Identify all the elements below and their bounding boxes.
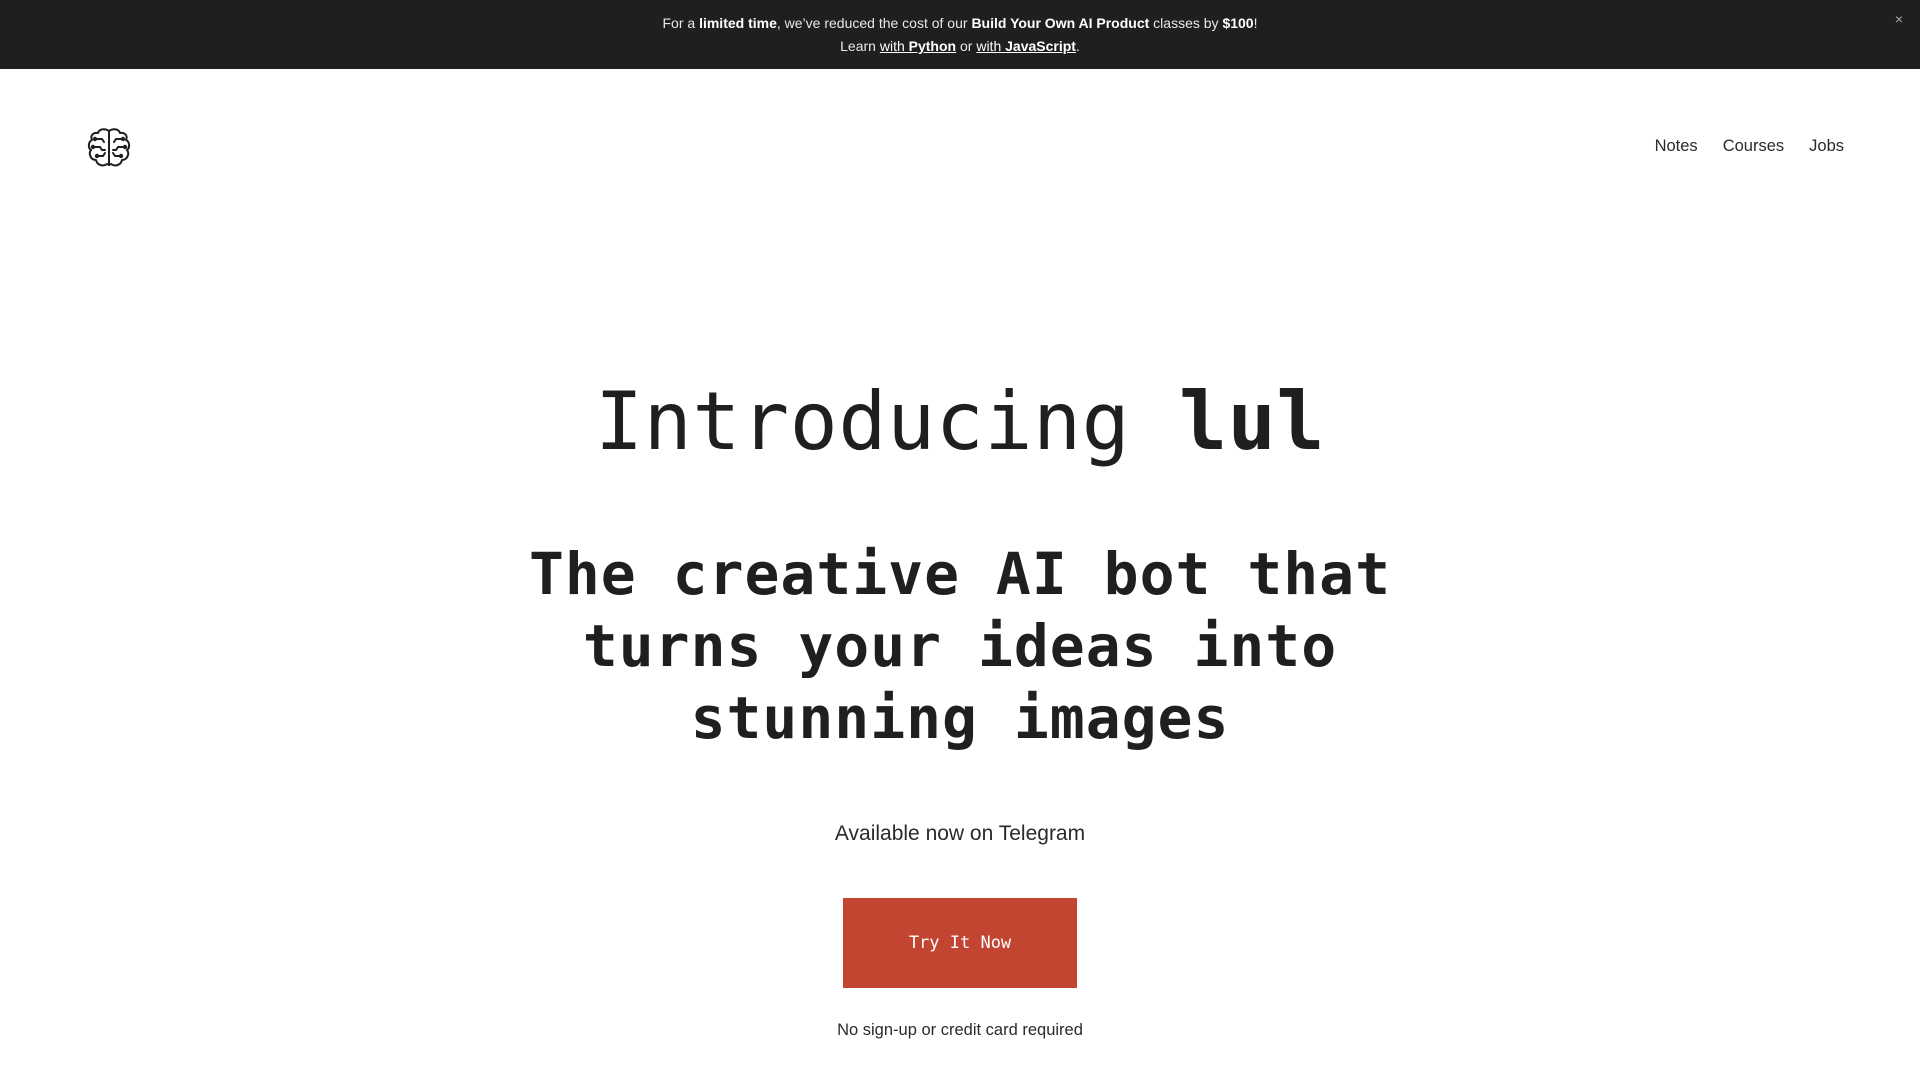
product-name: lul: [1178, 375, 1325, 468]
banner-text: , we’ve reduced the cost of our: [776, 15, 972, 31]
hero-subtitle-line: turns your ideas into: [582, 612, 1338, 680]
banner-line-2: Learn with Python or with JavaScript.: [0, 35, 1920, 58]
banner-text: classes by: [1149, 15, 1223, 31]
banner-highlight-limited-time: limited time: [699, 15, 777, 31]
python-course-link[interactable]: with Python: [880, 38, 956, 54]
availability-text: Available now on Telegram: [834, 822, 1086, 845]
banner-text: .: [1075, 38, 1080, 54]
hero-title-prefix: Introducing: [595, 375, 1179, 468]
link-label-python: Python: [908, 38, 957, 54]
announcement-banner: For a limited time, we’ve reduced the co…: [0, 0, 1920, 69]
banner-text: or: [956, 38, 977, 54]
main-nav: Notes Courses Jobs: [1655, 137, 1844, 156]
hero-subtitle-line: The creative AI bot that: [528, 540, 1392, 608]
javascript-course-link[interactable]: with JavaScript: [976, 38, 1076, 54]
banner-line-1: For a limited time, we’ve reduced the co…: [0, 12, 1920, 35]
hero-subtitle-line: stunning images: [690, 684, 1230, 752]
nav-link-notes[interactable]: Notes: [1655, 137, 1698, 156]
brain-icon[interactable]: [86, 127, 132, 169]
banner-text: Learn: [840, 38, 880, 54]
site-header: Notes Courses Jobs: [0, 69, 1920, 229]
banner-text: !: [1253, 15, 1258, 31]
link-prefix: with: [976, 38, 1006, 54]
nav-link-courses[interactable]: Courses: [1723, 137, 1784, 156]
link-prefix: with: [879, 38, 909, 54]
try-it-now-button[interactable]: Try It Now: [843, 898, 1077, 988]
hero-title: Introducing lul: [0, 372, 1920, 472]
banner-highlight-course: Build Your Own AI Product: [971, 15, 1150, 31]
close-icon[interactable]: ×: [1895, 11, 1903, 27]
nav-link-jobs[interactable]: Jobs: [1809, 137, 1844, 156]
banner-text: For a: [662, 15, 700, 31]
banner-highlight-discount: $100: [1222, 15, 1254, 31]
hero-subtitle: The creative AI bot that turns your idea…: [460, 538, 1460, 754]
no-signup-note: No sign-up or credit card required: [837, 1021, 1083, 1039]
link-label-javascript: JavaScript: [1005, 38, 1076, 54]
